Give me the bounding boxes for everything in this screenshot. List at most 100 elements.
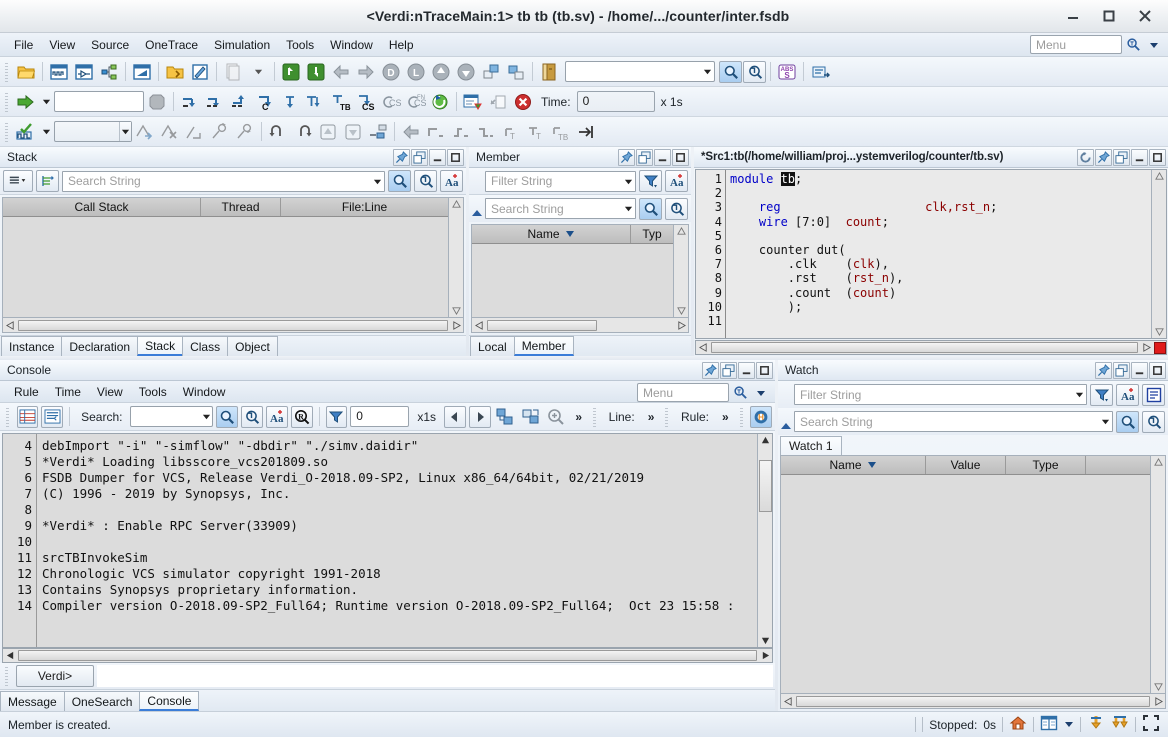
- console-horizontal-scrollbar[interactable]: [2, 648, 773, 663]
- member-filter-input[interactable]: Filter String: [486, 174, 621, 188]
- stack-vertical-scrollbar[interactable]: [448, 198, 463, 317]
- scroll-down-icon[interactable]: [1152, 680, 1165, 693]
- chevron-down-icon[interactable]: [621, 177, 635, 186]
- forward-arrow-icon[interactable]: [354, 60, 378, 84]
- scroll-left-icon[interactable]: [696, 341, 710, 354]
- cs-icon[interactable]: CS: [353, 90, 377, 114]
- console-line[interactable]: [42, 534, 757, 550]
- console-grid-icon[interactable]: [16, 405, 39, 428]
- menu-view[interactable]: View: [41, 36, 83, 54]
- goto-time-t-icon[interactable]: T: [499, 120, 523, 144]
- source-line[interactable]: );: [730, 300, 1151, 314]
- scroll-up-icon[interactable]: [450, 198, 463, 211]
- maximize-panel-icon[interactable]: [672, 148, 689, 166]
- menu-onetrace[interactable]: OneTrace: [137, 36, 206, 54]
- add-signal-icon[interactable]: [14, 120, 38, 144]
- source-line[interactable]: [730, 314, 1151, 328]
- console-prompt-input[interactable]: [97, 665, 773, 687]
- tab-member[interactable]: Member: [513, 336, 574, 356]
- watch-filter-input[interactable]: Filter String: [795, 388, 1072, 402]
- undock-icon[interactable]: [1113, 361, 1130, 379]
- column-file-line[interactable]: File:Line: [281, 198, 448, 216]
- console-prev-icon[interactable]: [444, 405, 466, 428]
- undock-icon[interactable]: [720, 361, 737, 379]
- time-value-field[interactable]: 0: [576, 91, 655, 112]
- stop-icon[interactable]: [145, 90, 169, 114]
- console-regex-icon[interactable]: R: [290, 405, 313, 428]
- scroll-left-icon[interactable]: [781, 695, 795, 708]
- console-hotkey-icon[interactable]: H: [750, 405, 773, 428]
- minimize-panel-icon[interactable]: [1131, 148, 1148, 166]
- chevron-down-icon[interactable]: [1098, 417, 1112, 426]
- signal-scope-input[interactable]: [55, 122, 119, 141]
- console-search-combo[interactable]: [130, 406, 214, 427]
- chevron-down-icon[interactable]: [370, 177, 384, 186]
- pin-icon[interactable]: [618, 148, 635, 166]
- column-type[interactable]: Type: [1006, 456, 1086, 474]
- run-dropdown-icon[interactable]: [39, 90, 53, 114]
- source-line[interactable]: counter dut(: [730, 243, 1151, 257]
- menu-search-icon[interactable]: [1125, 36, 1142, 53]
- tab-watch-1[interactable]: Watch 1: [780, 436, 842, 455]
- menu-help[interactable]: Help: [381, 36, 422, 54]
- undo-icon[interactable]: [266, 120, 290, 144]
- scroll-left-icon[interactable]: [3, 319, 17, 332]
- download-all-icon[interactable]: [1111, 714, 1129, 735]
- step-out-icon[interactable]: [228, 90, 252, 114]
- scroll-up-icon[interactable]: [1152, 456, 1165, 469]
- console-find-next-icon[interactable]: [241, 405, 263, 428]
- source-line[interactable]: wire [7:0] count;: [730, 215, 1151, 229]
- scroll-up-icon[interactable]: [759, 434, 772, 447]
- add-signal-dropdown-icon[interactable]: [39, 120, 53, 144]
- column-type[interactable]: Typ: [631, 225, 673, 243]
- undock-icon[interactable]: [411, 148, 428, 166]
- watch-filter-icon[interactable]: [1090, 383, 1113, 406]
- restart-icon[interactable]: [428, 90, 452, 114]
- scroll-thumb[interactable]: [796, 695, 1150, 707]
- console-next-icon[interactable]: [468, 405, 491, 428]
- stack-horizontal-scrollbar[interactable]: [3, 317, 463, 332]
- watch-horizontal-scrollbar[interactable]: [781, 693, 1165, 708]
- layout-dropdown-icon[interactable]: [1064, 718, 1074, 732]
- source-line[interactable]: reg clk,rst_n;: [730, 200, 1151, 214]
- member-find-icon[interactable]: [639, 197, 662, 220]
- menu-source[interactable]: Source: [83, 36, 137, 54]
- stack-search-input[interactable]: Search String: [63, 174, 370, 188]
- console-filter-icon[interactable]: [325, 405, 348, 428]
- run-icon[interactable]: [14, 90, 38, 114]
- source-line[interactable]: [730, 186, 1151, 200]
- layout-icon[interactable]: [1040, 714, 1058, 735]
- source-vertical-scrollbar[interactable]: [1151, 170, 1166, 338]
- tab-onesearch[interactable]: OneSearch: [63, 691, 141, 711]
- trace-driver-icon[interactable]: [133, 120, 157, 144]
- step-into-icon[interactable]: [203, 90, 227, 114]
- abs-icon[interactable]: ABS S: [775, 60, 799, 84]
- column-value[interactable]: Value: [926, 456, 1006, 474]
- stack-find-icon[interactable]: [388, 170, 411, 192]
- source-code-area[interactable]: 1 2 3 4 5 6 7 8 9 10 11 module tb; reg clk,rst_n; …: [695, 169, 1167, 339]
- download-single-icon[interactable]: [1087, 714, 1105, 735]
- source-line[interactable]: [730, 229, 1151, 243]
- trace-up-icon[interactable]: [279, 60, 303, 84]
- console-menu-time[interactable]: Time: [47, 383, 89, 401]
- collapse-caret-icon[interactable]: [780, 419, 792, 433]
- stack-find-next-icon[interactable]: [414, 170, 437, 192]
- scroll-right-icon[interactable]: [758, 649, 772, 662]
- pin-icon[interactable]: [702, 361, 719, 379]
- toolbar-grip[interactable]: [592, 406, 599, 427]
- copy-page-icon[interactable]: [221, 60, 245, 84]
- delete-all-icon[interactable]: [511, 90, 535, 114]
- stack-search-combo[interactable]: Search String: [62, 170, 385, 192]
- down-circle-icon[interactable]: [454, 60, 478, 84]
- menu-search-input[interactable]: Menu: [1030, 35, 1122, 54]
- edge-rise-icon[interactable]: [449, 120, 473, 144]
- chevron-down-icon[interactable]: [700, 67, 714, 76]
- undock-icon[interactable]: [1113, 148, 1130, 166]
- minimize-icon[interactable]: [1066, 9, 1080, 23]
- scroll-left-icon[interactable]: [472, 319, 486, 332]
- console-line[interactable]: srcTBInvokeSim: [42, 550, 757, 566]
- console-menu-search-icon[interactable]: [732, 384, 749, 401]
- move-down-icon[interactable]: [341, 120, 365, 144]
- console-more-3[interactable]: »: [717, 410, 734, 424]
- console-output[interactable]: 4 5 6 7 8 9 10 11 12 13 14 debImport "-i" "-simflo…: [2, 433, 773, 648]
